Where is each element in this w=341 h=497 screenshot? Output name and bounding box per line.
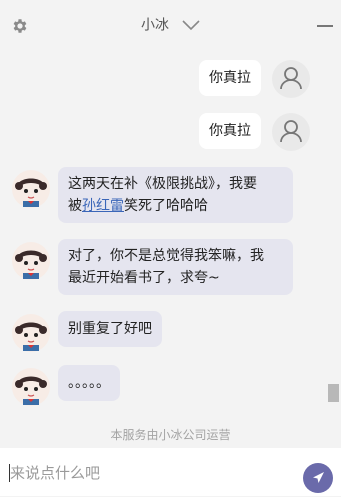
message-text: 你真拉 — [209, 70, 251, 86]
message-text: 。。。。。 — [68, 375, 110, 391]
bot-avatar — [12, 368, 50, 406]
user-message-bubble: 你真拉 — [199, 113, 261, 149]
scrollbar-thumb[interactable] — [328, 384, 339, 402]
user-icon — [280, 67, 302, 90]
user-message-bubble: 你真拉 — [199, 60, 261, 96]
bot-avatar — [12, 242, 50, 280]
bot-message-bubble: 别重复了好吧 — [58, 311, 162, 347]
bot-message-bubble: 。。。。。 — [58, 365, 120, 401]
message-row: 你真拉 — [0, 113, 326, 153]
service-note: 本服务由小冰公司运营 — [110, 428, 231, 442]
bot-avatar — [12, 314, 50, 352]
message-text: 笑死了哈哈哈 — [124, 198, 208, 214]
message-row: 别重复了好吧 — [0, 311, 326, 355]
user-icon — [280, 120, 302, 143]
input-area — [0, 448, 341, 496]
bot-message-bubble: 对了，你不是总觉得我笨嘛，我 最近开始看书了，求夸~ — [58, 239, 293, 295]
chevron-down-icon — [182, 19, 200, 30]
text-caret — [9, 464, 10, 482]
message-text: 你真拉 — [209, 123, 251, 139]
message-row: 这两天在补《极限挑战》，我要 被孙红雷笑死了哈哈哈 — [0, 167, 326, 227]
message-row: 对了，你不是总觉得我笨嘛，我 最近开始看书了，求夸~ — [0, 239, 326, 299]
chat-area: 你真拉 你真拉 这两天在补《极限挑战》，我要 被孙红雷笑死了哈哈哈 对了，你不是… — [0, 52, 326, 412]
message-text-line: 最近开始看书了，求夸~ — [68, 270, 220, 286]
message-text: 被 — [68, 198, 82, 214]
user-avatar — [272, 60, 310, 98]
message-row: 你真拉 — [0, 60, 326, 100]
message-text-line: 被孙红雷笑死了哈哈哈 — [68, 195, 283, 217]
message-text: 别重复了好吧 — [68, 321, 152, 337]
bot-avatar — [12, 170, 50, 208]
send-icon — [313, 472, 324, 483]
send-button[interactable] — [303, 463, 333, 493]
header: 小冰 — [0, 0, 341, 52]
user-avatar — [272, 113, 310, 151]
title-dropdown[interactable]: 小冰 — [0, 14, 341, 35]
scrollbar-track[interactable] — [326, 52, 341, 412]
message-input[interactable] — [8, 458, 292, 488]
minimize-icon[interactable] — [317, 25, 333, 27]
message-text-line: 对了，你不是总觉得我笨嘛，我 — [68, 248, 264, 264]
message-text-line: 这两天在补《极限挑战》，我要 — [68, 176, 257, 192]
message-row: 。。。。。 — [0, 365, 326, 409]
window-title: 小冰 — [140, 17, 169, 34]
person-link[interactable]: 孙红雷 — [82, 198, 124, 214]
bot-message-bubble: 这两天在补《极限挑战》，我要 被孙红雷笑死了哈哈哈 — [58, 167, 293, 223]
